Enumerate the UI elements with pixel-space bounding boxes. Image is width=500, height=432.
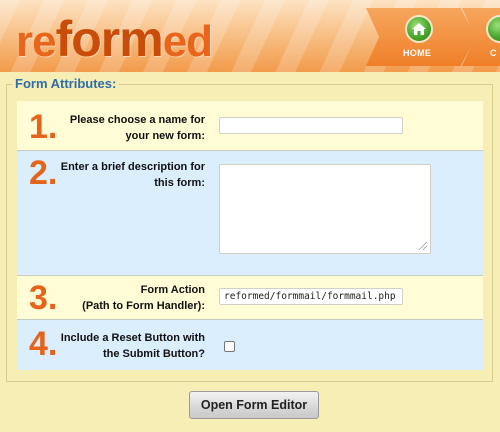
form-action-label-line1: Form Action [140,284,205,296]
form-action-label-line2: (Path to Form Handler): [82,300,205,312]
form-name-label-line1: Please choose a name for [69,114,205,126]
reset-button-checkbox[interactable] [224,341,235,352]
form-description-textarea[interactable] [219,164,431,254]
logo-form: form [55,11,164,67]
row-reset-button: 4. Include a Reset Button with the Submi… [17,320,483,370]
form-description-label-line1: Enter a brief description for [60,161,205,173]
resize-grip-icon[interactable] [419,242,427,250]
row-form-action: 3. Form Action (Path to Form Handler): r… [17,276,483,320]
form-name-label: Please choose a name for your new form: [45,112,205,144]
nav-home-tab[interactable]: HOME [366,8,476,66]
reset-button-label-line1: Include a Reset Button with [60,332,205,344]
home-icon [405,15,433,43]
logo-re: re [16,17,57,66]
open-form-editor-button[interactable]: Open Form Editor [189,391,319,419]
form-name-input[interactable] [219,117,403,134]
logo-ed: ed [162,17,213,66]
form-name-label-line2: your new form: [125,130,205,142]
row-form-description: 2. Enter a brief description for this fo… [17,151,483,276]
form-action-label: Form Action (Path to Form Handler): [45,282,205,314]
form-action-input[interactable]: reformed/formmail/formmail.php [219,288,403,305]
reset-button-label: Include a Reset Button with the Submit B… [45,330,205,362]
header-banner: reformed HOME C [0,0,500,72]
nav-home-label: HOME [403,48,432,58]
nav-next-label: C [490,48,497,58]
reset-button-label-line2: the Submit Button? [102,348,205,360]
row-form-name: 1. Please choose a name for your new for… [17,101,483,151]
form-description-label: Enter a brief description for this form: [45,159,205,191]
nav-next-tab[interactable]: C [462,8,500,66]
form-attributes-legend: Form Attributes: [12,76,120,91]
app-logo[interactable]: reformed [16,11,213,67]
form-description-label-line2: this form: [154,177,205,189]
